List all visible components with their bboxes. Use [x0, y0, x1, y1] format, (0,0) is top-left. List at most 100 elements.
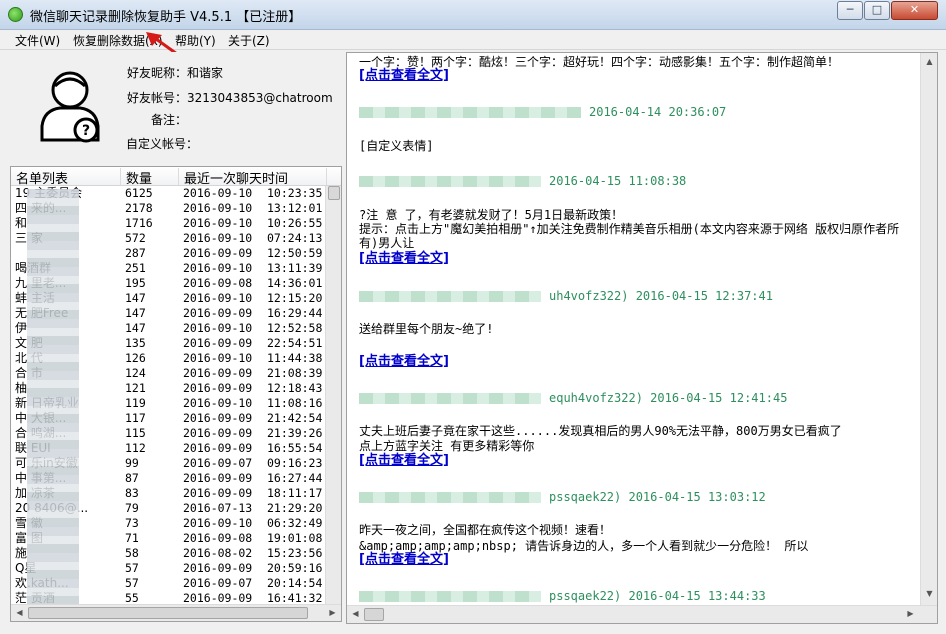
cell-count: 124 [125, 366, 146, 380]
cell-count: 251 [125, 261, 146, 275]
message-header: pssqaek22) 2016-04-15 13:44:33 [359, 589, 766, 603]
message-timestamp: pssqaek22) 2016-04-15 13:03:12 [549, 490, 766, 504]
view-full-link[interactable]: [点击查看全文] [359, 454, 449, 468]
cell-time: 18:11:17 [267, 486, 323, 500]
cell-date: 2016-09-10 [183, 186, 253, 200]
cell-date: 2016-09-10 [183, 291, 253, 305]
list-scroll-thumb[interactable] [328, 186, 340, 200]
message-text: 一个字：赞！两个字：酷炫！三个字：超好玩！四个字：动感影集！五个字：制作超简单！ [359, 55, 840, 69]
cell-count: 135 [125, 336, 146, 350]
account-row: 好友帐号：3213043853@chatroom [126, 89, 333, 106]
cell-count: 121 [125, 381, 146, 395]
cell-time: 12:50:59 [267, 246, 323, 260]
cell-date: 2016-09-07 [183, 456, 253, 470]
cell-time: 21:39:26 [267, 426, 323, 440]
scroll-left-arrow-icon[interactable]: ◀ [12, 606, 27, 620]
message-header: 2016-04-15 11:08:38 [359, 174, 686, 188]
message-text: 提示：点击上方"魔幻美拍相册"↑加关注免费制作精美音乐相册(本文内容来源于网络 … [359, 222, 900, 250]
cell-date: 2016-09-09 [183, 561, 253, 575]
cell-date: 2016-09-10 [183, 201, 253, 215]
close-button[interactable]: ✕ [891, 1, 938, 20]
custom-account-label: 自定义帐号： [126, 137, 199, 151]
cell-count: 57 [125, 561, 139, 575]
nickname-value: 和谐家 [187, 66, 224, 80]
cell-count: 6125 [125, 186, 153, 200]
cell-time: 11:08:16 [267, 396, 323, 410]
cell-count: 147 [125, 321, 146, 335]
cell-time: 10:23:35 [267, 186, 323, 200]
view-full-link[interactable]: [点击查看全文] [359, 355, 449, 369]
note-label: 备注： [150, 113, 187, 127]
message-text: 昨天一夜之间，全国都在疯传这个视频！速看！ [359, 523, 612, 537]
message-header: pssqaek22) 2016-04-15 13:03:12 [359, 490, 766, 504]
cell-time: 20:14:54 [267, 576, 323, 590]
scroll-right-arrow-icon[interactable]: ▶ [903, 607, 918, 621]
cell-date: 2016-09-09 [183, 306, 253, 320]
cell-date: 2016-08-02 [183, 546, 253, 560]
cell-count: 1716 [125, 216, 153, 230]
svg-text:?: ? [82, 123, 90, 139]
view-full-link[interactable]: [点击查看全文] [359, 69, 449, 83]
cell-date: 2016-09-09 [183, 411, 253, 425]
cell-date: 2016-09-10 [183, 261, 253, 275]
list-horizontal-scrollbar[interactable]: ◀ ▶ [11, 604, 341, 621]
list-vertical-scrollbar[interactable] [325, 186, 341, 605]
view-full-link[interactable]: [点击查看全文] [359, 252, 449, 266]
list-hscroll-thumb[interactable] [28, 607, 308, 619]
cell-date: 2016-09-10 [183, 396, 253, 410]
cell-time: 22:54:51 [267, 336, 323, 350]
redacted-sender [359, 107, 581, 118]
message-timestamp: pssqaek22) 2016-04-15 13:44:33 [549, 589, 766, 603]
note-row: 备注： [126, 111, 187, 128]
cell-date: 2016-09-09 [183, 381, 253, 395]
cell-time: 21:29:20 [267, 501, 323, 515]
view-full-link[interactable]: [点击查看全文] [359, 553, 449, 567]
redacted-sender [359, 176, 541, 187]
cell-count: 572 [125, 231, 146, 245]
column-header-last-chat[interactable]: 最近一次聊天时间 [179, 168, 327, 187]
cell-date: 2016-09-09 [183, 246, 253, 260]
message-header: 2016-04-14 20:36:07 [359, 105, 726, 119]
message-pane[interactable]: 一个字：赞！两个字：酷炫！三个字：超好玩！四个字：动感影集！五个字：制作超简单！… [346, 52, 938, 624]
message-text: ?注 意 了，有老婆就发财了！5月1日最新政策！ [359, 208, 624, 222]
cell-date: 2016-09-07 [183, 576, 253, 590]
account-label: 好友帐号： [126, 91, 187, 105]
menu-file[interactable]: 文件(W) [12, 32, 63, 49]
cell-date: 2016-09-09 [183, 366, 253, 380]
cell-count: 147 [125, 306, 146, 320]
column-header-name[interactable]: 名单列表 [11, 168, 121, 187]
cell-time: 20:59:16 [267, 561, 323, 575]
scroll-right-arrow-icon[interactable]: ▶ [325, 606, 340, 620]
unknown-user-icon: ? [40, 71, 100, 143]
contact-list[interactable]: 名单列表 数量 最近一次聊天时间 19 主委员会61252016-09-1010… [10, 166, 342, 622]
scroll-down-arrow-icon[interactable]: ▼ [922, 587, 937, 601]
cell-time: 19:01:08 [267, 531, 323, 545]
cell-date: 2016-09-09 [183, 426, 253, 440]
maximize-button[interactable]: □ [864, 1, 890, 20]
message-horizontal-scrollbar[interactable]: ◀ ▶ [347, 605, 937, 623]
scroll-up-arrow-icon[interactable]: ▲ [922, 55, 937, 69]
window-title: 微信聊天记录删除恢复助手 V4.5.1 【已注册】 [30, 10, 302, 25]
minimize-button[interactable]: ─ [837, 1, 863, 20]
cell-count: 79 [125, 501, 139, 515]
app-icon [8, 7, 23, 22]
message-timestamp: equh4vofz322) 2016-04-15 12:41:45 [549, 391, 788, 405]
cell-time: 13:12:01 [267, 201, 323, 215]
message-vertical-scrollbar[interactable]: ▲ ▼ [920, 53, 937, 605]
column-header-count[interactable]: 数量 [121, 168, 179, 187]
pixelation-mask [27, 189, 79, 609]
cell-count: 71 [125, 531, 139, 545]
account-value: 3213043853@chatroom [187, 91, 333, 105]
cell-count: 57 [125, 576, 139, 590]
cell-date: 2016-09-09 [183, 486, 253, 500]
cell-count: 99 [125, 456, 139, 470]
cell-time: 14:36:01 [267, 276, 323, 290]
message-hscroll-thumb[interactable] [364, 608, 384, 621]
cell-time: 13:11:39 [267, 261, 323, 275]
custom-account-row: 自定义帐号： [126, 135, 199, 152]
message-header: equh4vofz322) 2016-04-15 12:41:45 [359, 391, 787, 405]
menu-about[interactable]: 关于(Z) [225, 32, 273, 49]
cell-count: 58 [125, 546, 139, 560]
cell-time: 15:23:56 [267, 546, 323, 560]
scroll-left-arrow-icon[interactable]: ◀ [348, 607, 363, 621]
